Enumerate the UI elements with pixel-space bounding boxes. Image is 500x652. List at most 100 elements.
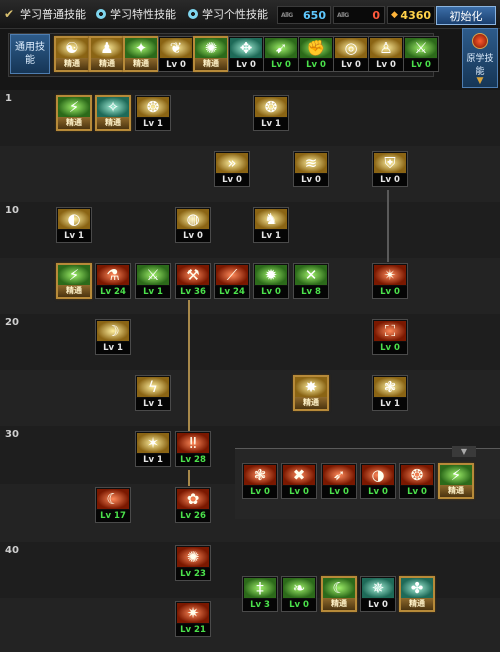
skill-slot[interactable]: ⚡ 精通 (438, 463, 474, 499)
skill-slot[interactable]: ☾ Lv 17 (95, 487, 131, 523)
learn-normal-option[interactable]: ✔ 学习普通技能 (4, 5, 86, 23)
explosion-icon: ✸ (295, 377, 327, 397)
skill-slot[interactable]: ❂ Lv 0 (399, 463, 435, 499)
shield-icon: ⛨ (374, 153, 406, 173)
skill-slot[interactable]: ❃ Lv 0 (242, 463, 278, 499)
gold-value: 4360 (400, 8, 432, 22)
skill-slot[interactable]: ❦ Lv 0 (158, 36, 194, 72)
skill-slot[interactable]: ✹ Lv 0 (253, 263, 289, 299)
level-label: 1 (5, 93, 12, 104)
skill-slot[interactable]: ✥ Lv 0 (228, 36, 264, 72)
skill-slot[interactable]: ✖ Lv 0 (281, 463, 317, 499)
red-hammer-icon: ⚒ (177, 265, 209, 285)
skill-level-label: Lv 0 (373, 174, 407, 186)
skill-level-label: Lv 1 (136, 286, 170, 298)
level-label: 30 (5, 429, 19, 440)
red-armor-icon: ⛶ (374, 321, 406, 341)
panel-toggle-arrow-icon[interactable]: ▼ (452, 446, 476, 457)
skill-slot[interactable]: ☾ 精通 (321, 576, 357, 612)
skill-slot[interactable]: ⚔ Lv 1 (135, 263, 171, 299)
skill-slot[interactable]: ⚡ 精通 (56, 95, 92, 131)
swirl-icon: ❂ (137, 97, 169, 117)
skill-slot[interactable]: ♞ Lv 1 (253, 207, 289, 243)
target-icon: ◎ (335, 38, 367, 58)
skill-level-label: Lv 0 (400, 486, 434, 498)
punch-icon: ✊ (300, 38, 332, 58)
skill-slot[interactable]: ⚗ Lv 24 (95, 263, 131, 299)
skill-level-label: 精通 (97, 117, 129, 129)
skill-slot[interactable]: ‡ Lv 3 (242, 576, 278, 612)
skill-slot[interactable]: ⛶ Lv 0 (372, 319, 408, 355)
skill-slot[interactable]: ☽ Lv 1 (95, 319, 131, 355)
nova-icon: ✺ (177, 547, 209, 567)
skill-slot[interactable]: ✺ 精通 (193, 36, 229, 72)
skill-slot[interactable]: ⚒ Lv 36 (175, 263, 211, 299)
learned-skills-button[interactable]: 原学技能 ▼ (462, 28, 498, 88)
sp-value: 650 (303, 8, 326, 22)
skill-slot[interactable]: ☯ 精通 (54, 36, 90, 72)
skill-slot[interactable]: ✴ Lv 0 (372, 263, 408, 299)
crescent-icon: ☾ (97, 489, 129, 509)
skill-slot[interactable]: ✤ 精通 (399, 576, 435, 612)
radio-icon (96, 9, 106, 19)
skill-level-label: Lv 24 (96, 286, 130, 298)
skill-slot[interactable]: ❂ Lv 1 (135, 95, 171, 131)
skill-slot[interactable]: ✕ Lv 8 (293, 263, 329, 299)
skill-slot[interactable]: ⚔ Lv 0 (403, 36, 439, 72)
star-icon: ✺ (195, 38, 227, 58)
skill-level-label: 精通 (195, 58, 227, 70)
burst-icon: ✹ (255, 265, 287, 285)
skill-level-label: Lv 0 (254, 286, 288, 298)
mastery-slash-icon: ⚡ (440, 465, 472, 485)
skill-slot[interactable]: ✦ 精通 (123, 36, 159, 72)
sweep-icon: ➶ (323, 465, 355, 485)
skill-slot[interactable]: ◑ Lv 0 (360, 463, 396, 499)
skill-slot[interactable]: ⚡ 精通 (56, 263, 92, 299)
skill-slot[interactable]: ❃ Lv 1 (372, 375, 408, 411)
skill-level-label: Lv 1 (373, 398, 407, 410)
skill-slot[interactable]: ♙ Lv 0 (368, 36, 404, 72)
phoenix-icon: ✿ (177, 489, 209, 509)
initialize-button[interactable]: 初始化 (436, 6, 496, 25)
skill-slot[interactable]: ✺ Lv 23 (175, 545, 211, 581)
tp-label: AllG (337, 11, 349, 19)
skill-slot[interactable]: ✧ 精通 (95, 95, 131, 131)
fire-burst-icon: ✷ (177, 603, 209, 623)
common-skills-label: 通用技能 (10, 34, 50, 74)
sword-icon: ⚔ (137, 265, 169, 285)
crescent-moon-icon: ☾ (323, 578, 355, 598)
learn-trait-option[interactable]: 学习特性技能 (96, 5, 176, 23)
skill-slot[interactable]: ✶ Lv 1 (135, 431, 171, 467)
tree-band (0, 314, 500, 370)
skill-slot[interactable]: ◐ Lv 1 (56, 207, 92, 243)
skill-slot[interactable]: » Lv 0 (214, 151, 250, 187)
skill-slot[interactable]: ◎ Lv 0 (333, 36, 369, 72)
tree-band (0, 146, 500, 202)
skill-slot[interactable]: ✿ Lv 26 (175, 487, 211, 523)
skill-slot[interactable]: ❧ Lv 0 (281, 576, 317, 612)
skill-slot[interactable]: ⛨ Lv 0 (372, 151, 408, 187)
skill-slot[interactable]: ♟ 精通 (89, 36, 125, 72)
skill-slot[interactable]: ϟ Lv 1 (135, 375, 171, 411)
skill-level-label: 精通 (440, 485, 472, 497)
level-label: 10 (5, 205, 19, 216)
skill-level-label: Lv 0 (322, 486, 356, 498)
skill-slot[interactable]: ✸ 精通 (293, 375, 329, 411)
skill-slot[interactable]: ✊ Lv 0 (298, 36, 334, 72)
skill-level-label: Lv 17 (96, 510, 130, 522)
skill-slot[interactable]: ❂ Lv 1 (253, 95, 289, 131)
skill-slot[interactable]: ‼ Lv 28 (175, 431, 211, 467)
chevron-down-icon: ▼ (476, 76, 484, 86)
skill-level-label: 精通 (323, 598, 355, 610)
skill-slot[interactable]: ≋ Lv 0 (293, 151, 329, 187)
skill-level-label: Lv 24 (215, 286, 249, 298)
skill-slot[interactable]: ➹ Lv 0 (263, 36, 299, 72)
skill-level-label: 精通 (125, 58, 157, 70)
skill-slot[interactable]: ⟋ Lv 24 (214, 263, 250, 299)
skill-slot[interactable]: ✵ Lv 0 (360, 576, 396, 612)
green-claw-icon: ⚡ (58, 265, 90, 285)
learn-personal-option[interactable]: 学习个性技能 (188, 5, 268, 23)
skill-slot[interactable]: ✷ Lv 21 (175, 601, 211, 637)
skill-slot[interactable]: ◍ Lv 0 (175, 207, 211, 243)
skill-slot[interactable]: ➶ Lv 0 (321, 463, 357, 499)
